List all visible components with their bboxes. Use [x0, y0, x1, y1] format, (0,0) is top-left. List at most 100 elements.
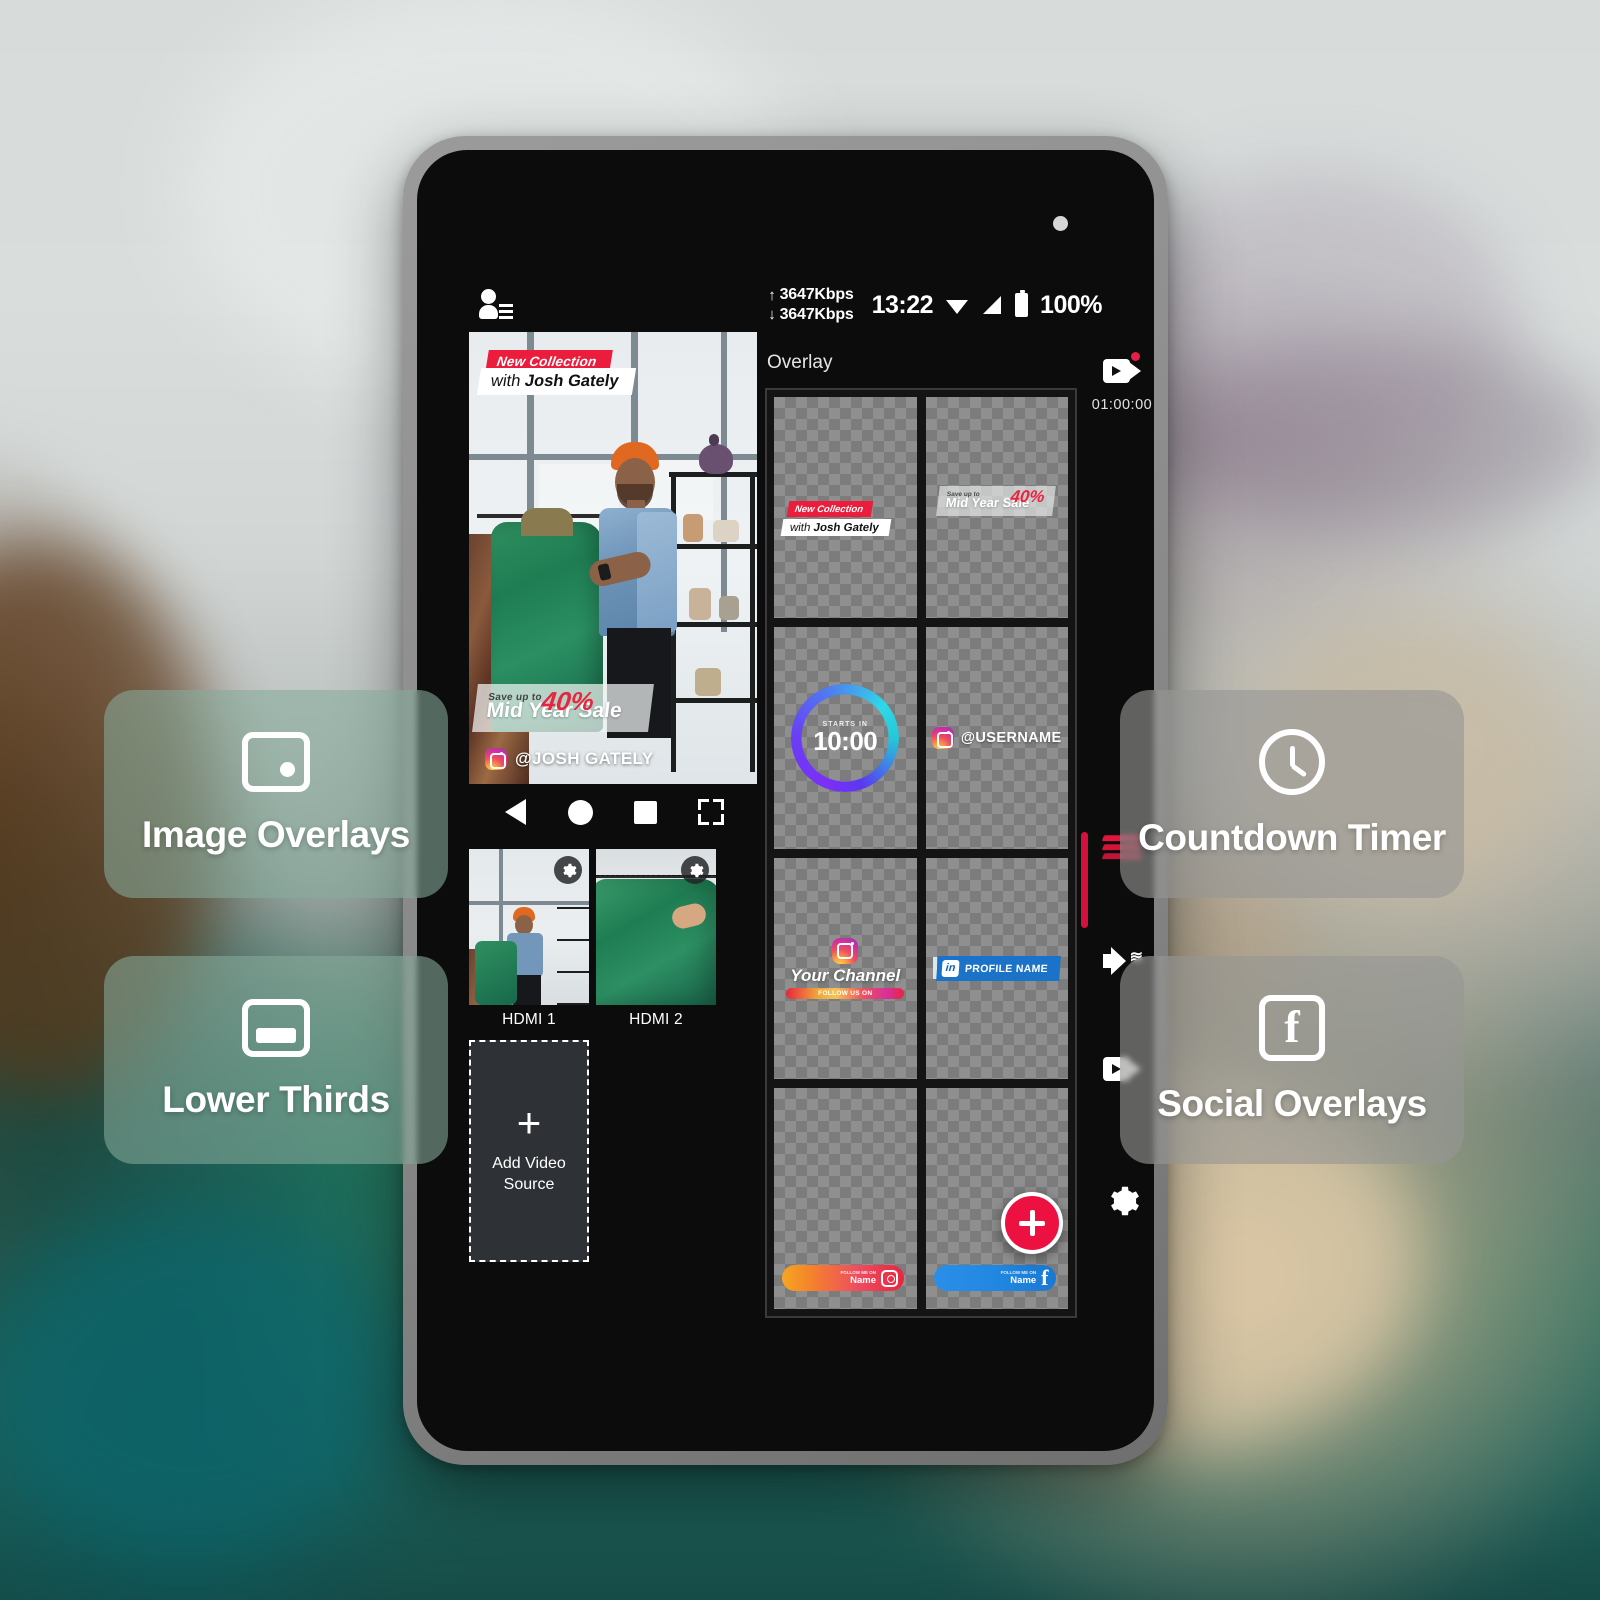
new-collection-tag: New Collection [786, 501, 874, 518]
source-thumbnail [469, 849, 589, 1005]
front-camera-icon [1053, 216, 1068, 231]
download-bitrate: 3647Kbps [779, 306, 854, 323]
overlay-cell-new-collection[interactable]: New Collection with Josh Gately [774, 397, 917, 619]
play-button[interactable] [499, 795, 533, 829]
facebook-icon: f [1041, 1265, 1049, 1290]
program-preview[interactable]: New Collection with Josh Gately Save up … [469, 332, 757, 784]
presenter-tag: with Josh Gately [780, 518, 892, 536]
transport-controls [469, 784, 757, 840]
app-workspace: New Collection with Josh Gately Save up … [417, 332, 1154, 1451]
add-source-line1: Add Video [492, 1155, 566, 1172]
overlay-with-label: with [489, 372, 522, 390]
bitrate-indicator: ↑ 3647Kbps ↓ 3647Kbps [768, 285, 854, 324]
battery-icon [1015, 290, 1029, 317]
channel-subtitle: FOLLOW US ON [818, 989, 873, 997]
overlay-name-label: Josh Gately [523, 372, 620, 390]
overlay-cell-your-channel[interactable]: Your Channel FOLLOW US ON [774, 857, 917, 1079]
overlay-panel: Overlay New Collection with Josh Gately [765, 332, 1077, 1318]
overlay-handle-text: @JOSH GATELY [515, 749, 654, 768]
overlay-social-handle: @JOSH GATELY [485, 748, 654, 770]
linkedin-icon: in [941, 959, 960, 977]
channel-subtitle-bar: FOLLOW US ON [786, 987, 905, 999]
fullscreen-icon [697, 799, 724, 825]
gear-icon[interactable] [681, 856, 709, 884]
lower-third-icon [242, 999, 310, 1057]
overlay-discount: 40% [540, 686, 596, 716]
play-icon [505, 799, 526, 825]
shelf-unit [669, 434, 757, 772]
left-column: New Collection with Josh Gately Save up … [469, 332, 757, 1262]
stop-icon [634, 800, 657, 824]
source-card-hdmi1[interactable]: HDMI 1 [469, 849, 589, 1029]
overlay-presenter-name: with Josh Gately [476, 368, 637, 395]
toolbar-record-status[interactable]: 01:00:00 [1085, 350, 1154, 413]
source-label: HDMI 2 [629, 1011, 683, 1028]
overlay-thumb-mid-year-sale: Save up to 40% Mid Year Sale [935, 485, 1056, 516]
panel-title: Overlay [767, 352, 833, 373]
record-timer: 01:00:00 [1091, 397, 1153, 413]
cellular-signal-icon [983, 296, 1002, 314]
instagram-icon [881, 1269, 898, 1287]
add-source-line2: Source [503, 1175, 555, 1193]
status-bar-right: ↑ 3647Kbps ↓ 3647Kbps 13:22 100% [768, 285, 1102, 324]
upload-bitrate: 3647Kbps [779, 286, 854, 304]
wifi-icon [946, 299, 969, 314]
feature-card-image-overlays[interactable]: Image Overlays [104, 690, 448, 898]
overlay-cell-mid-year-sale[interactable]: Save up to 40% Mid Year Sale [925, 397, 1068, 619]
channel-title: Your Channel [790, 965, 901, 985]
facebook-icon: f [1259, 995, 1325, 1061]
overlay-thumb-instagram-pill: FOLLOW ME ON Name [782, 1265, 904, 1291]
status-clock: 13:22 [871, 290, 934, 319]
download-arrow-icon: ↓ [768, 306, 776, 324]
status-bar: ↑ 3647Kbps ↓ 3647Kbps 13:22 100% [417, 278, 1154, 332]
overlay-thumb-your-channel: Your Channel FOLLOW US ON [786, 937, 905, 999]
username-text: @USERNAME [960, 729, 1062, 746]
overlay-cell-username[interactable]: @USERNAME [925, 627, 1068, 849]
overlay-cell-instagram-pill[interactable]: FOLLOW ME ON Name [774, 1087, 917, 1309]
feature-card-label: Countdown Timer [1138, 817, 1446, 858]
upload-arrow-icon: ↑ [768, 286, 776, 304]
overlay-thumb-username: @USERNAME [931, 726, 1062, 749]
add-overlay-fab[interactable] [1001, 1192, 1063, 1254]
plus-icon: + [516, 1099, 542, 1147]
clock-icon [1259, 729, 1325, 795]
fullscreen-button[interactable] [694, 795, 728, 829]
countdown-value: 10:00 [813, 726, 878, 757]
overlay-cell-countdown[interactable]: STARTS IN 10:00 [774, 627, 917, 849]
feature-card-label: Social Overlays [1157, 1083, 1427, 1124]
battery-percent: 100% [1040, 290, 1102, 319]
bg-blob-shelf-mid [1150, 340, 1600, 530]
image-overlay-icon [242, 732, 310, 792]
overlay-grid: New Collection with Josh Gately Save up … [765, 388, 1077, 1318]
stop-button[interactable] [629, 795, 663, 829]
overlay-cell-profile-name[interactable]: in PROFILE NAME [925, 857, 1068, 1079]
overlay-thumb-profile-name: in PROFILE NAME [933, 955, 1062, 981]
source-card-hdmi2[interactable]: HDMI 2 [596, 849, 716, 1029]
instagram-icon [832, 937, 859, 964]
with-label: with [789, 521, 812, 534]
feature-card-label: Image Overlays [142, 814, 410, 855]
feature-card-countdown-timer[interactable]: Countdown Timer [1120, 690, 1464, 898]
add-video-source-button[interactable]: + Add Video Source [469, 1040, 589, 1262]
gear-icon[interactable] [554, 856, 582, 884]
feature-card-social-overlays[interactable]: f Social Overlays [1120, 956, 1464, 1164]
video-record-icon [1101, 350, 1143, 392]
bg-blob-teal [0, 1210, 400, 1550]
pill-name: Name [1010, 1274, 1037, 1286]
record-button[interactable] [564, 795, 598, 829]
instagram-icon [931, 726, 954, 749]
source-thumbnail [596, 849, 716, 1005]
feature-card-label: Lower Thirds [162, 1079, 390, 1120]
overlay-thumb-countdown: STARTS IN 10:00 [791, 683, 900, 792]
source-label: HDMI 1 [502, 1011, 556, 1028]
record-icon [568, 799, 593, 825]
overlay-thumb-facebook-pill: FOLLOW ME ON Name f [933, 1265, 1056, 1291]
user-list-icon[interactable] [479, 288, 513, 322]
toolbar-settings-button[interactable] [1085, 1180, 1154, 1222]
device-screen: ↑ 3647Kbps ↓ 3647Kbps 13:22 100% New Col… [417, 150, 1154, 1451]
feature-card-lower-thirds[interactable]: Lower Thirds [104, 956, 448, 1164]
active-tab-indicator [1081, 832, 1088, 928]
overlay-mid-year-sale: Save up to 40% Mid Year Sale [472, 684, 654, 732]
gear-icon [1101, 1180, 1143, 1222]
overlay-thumb-new-collection: New Collection with Josh Gately [780, 499, 917, 536]
